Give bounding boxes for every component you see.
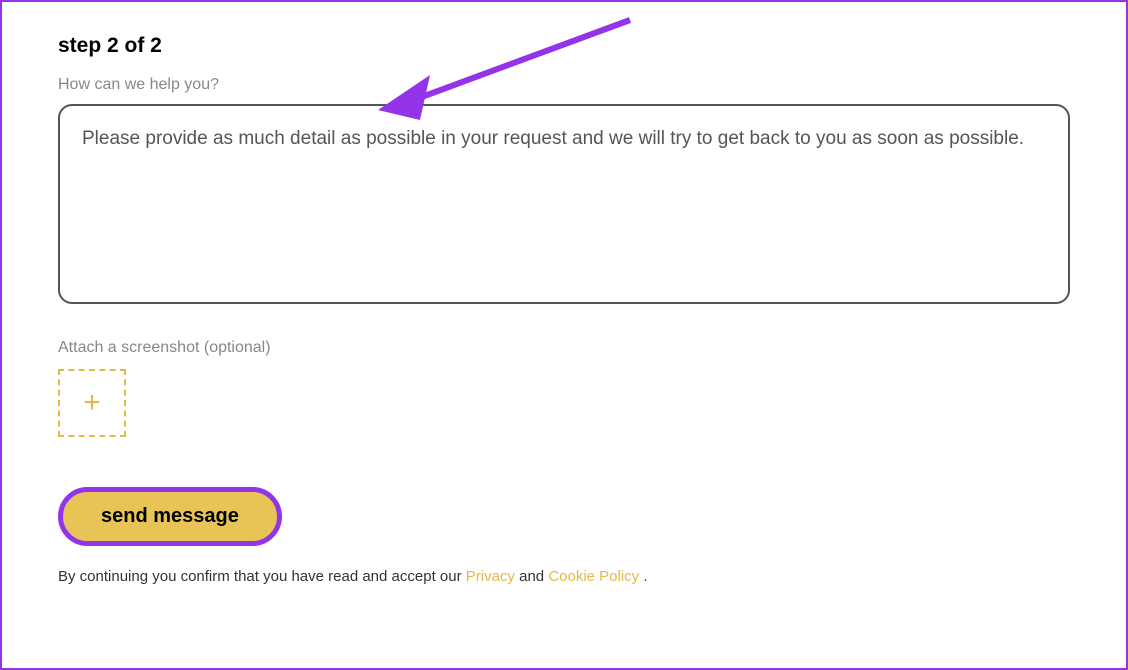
form-container: step 2 of 2 How can we help you? Attach … <box>0 0 1128 670</box>
plus-icon: + <box>83 388 101 418</box>
disclaimer-suffix: . <box>643 568 647 585</box>
disclaimer-text: By continuing you confirm that you have … <box>58 568 1070 585</box>
attach-label: Attach a screenshot (optional) <box>58 339 1070 357</box>
privacy-link[interactable]: Privacy <box>466 568 515 585</box>
help-label: How can we help you? <box>58 76 1070 94</box>
cookie-policy-link[interactable]: Cookie Policy <box>548 568 643 585</box>
message-textarea-wrapper <box>58 104 1070 309</box>
attach-screenshot-button[interactable]: + <box>58 369 126 437</box>
step-heading: step 2 of 2 <box>58 34 1070 58</box>
disclaimer-prefix: By continuing you confirm that you have … <box>58 568 466 585</box>
send-message-button[interactable]: send message <box>58 487 282 546</box>
message-textarea[interactable] <box>58 104 1070 304</box>
disclaimer-and: and <box>515 568 548 585</box>
